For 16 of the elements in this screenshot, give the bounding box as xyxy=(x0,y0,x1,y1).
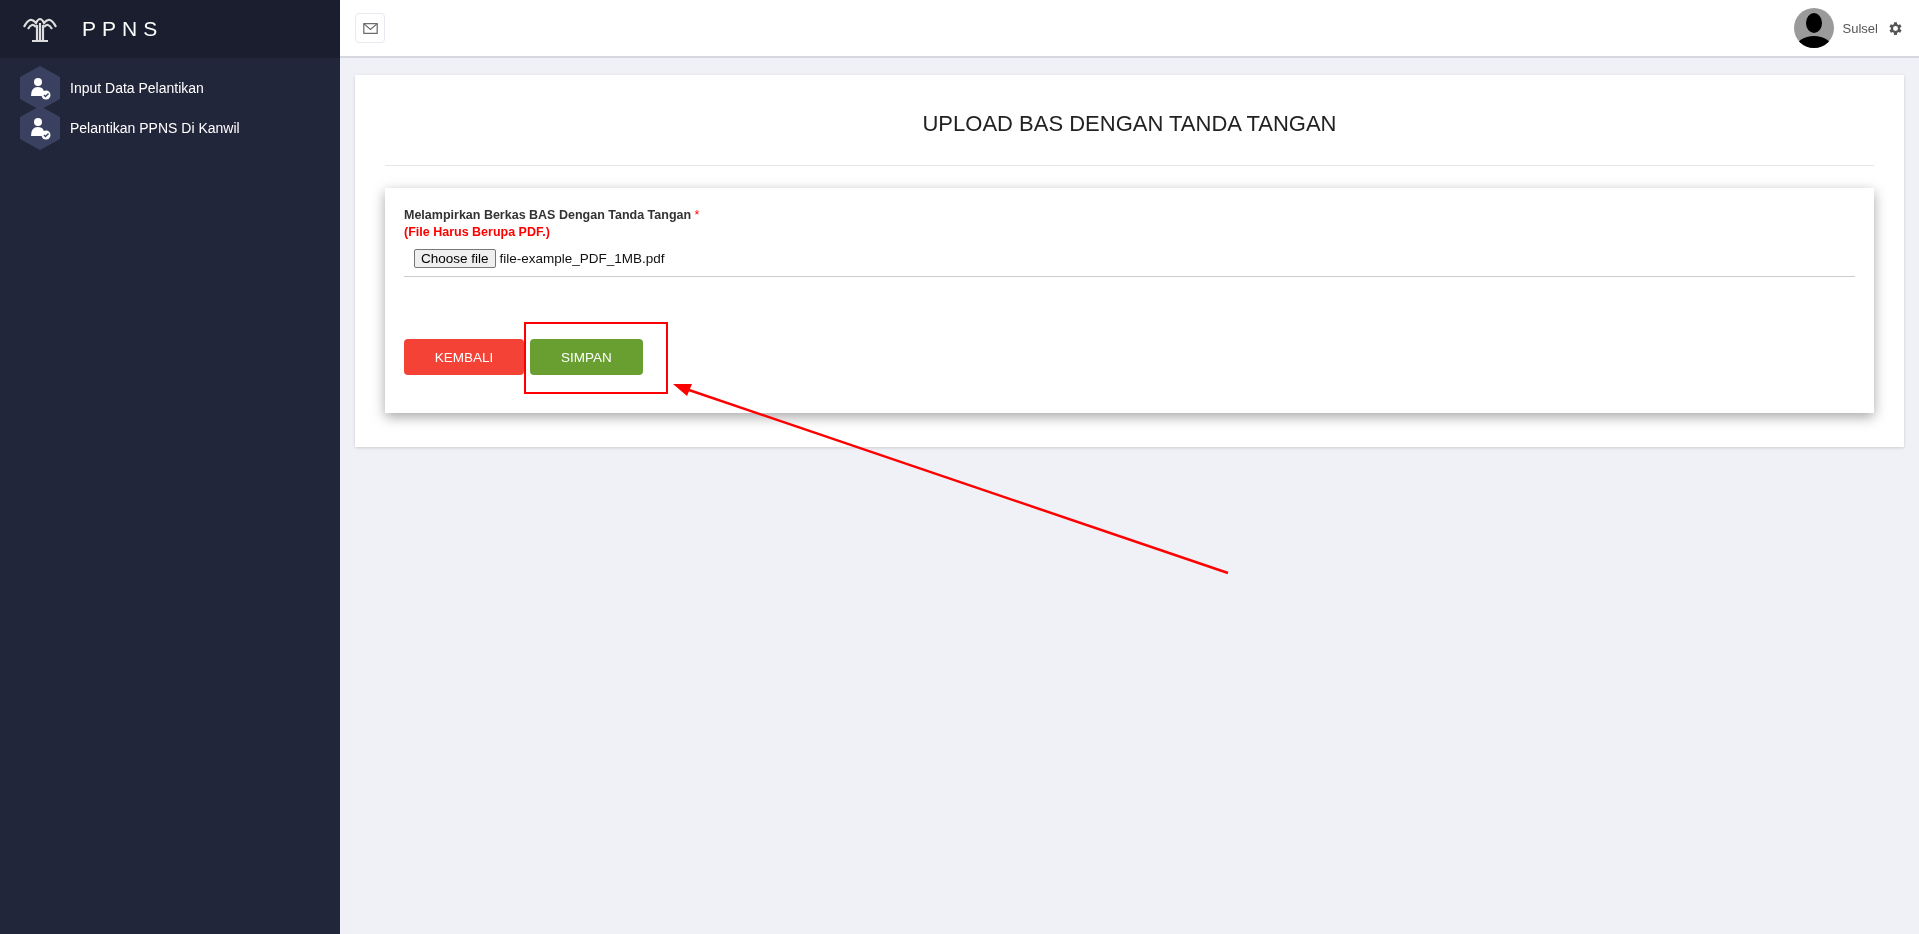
avatar-silhouette-icon[interactable] xyxy=(1793,8,1834,48)
sidebar-item[interactable]: Pelantikan PPNS Di Kanwil xyxy=(0,108,340,148)
action-button[interactable]: KEMBALI xyxy=(404,339,524,375)
user-name: Sulsel xyxy=(1842,20,1878,36)
choose-file-button[interactable]: Choose file xyxy=(414,249,496,268)
page-title: UPLOAD BAS DENGAN TANDA TANGAN xyxy=(921,110,1338,138)
sidebar-item[interactable]: Input Data Pelantikan xyxy=(0,68,340,108)
settings-icon[interactable] xyxy=(1887,19,1904,37)
mail-icon xyxy=(362,22,378,34)
mail-button[interactable] xyxy=(355,13,385,43)
file-name: file-example_PDF_1MB.pdf xyxy=(499,251,665,266)
field-label: Melampirkan Berkas BAS Dengan Tanda Tangan * xyxy=(404,208,701,222)
user-check-icon xyxy=(20,106,60,150)
user-check-icon xyxy=(20,66,60,110)
app-title: PPNS xyxy=(82,17,164,41)
field-hint: (File Harus Berupa PDF.) xyxy=(404,225,551,239)
